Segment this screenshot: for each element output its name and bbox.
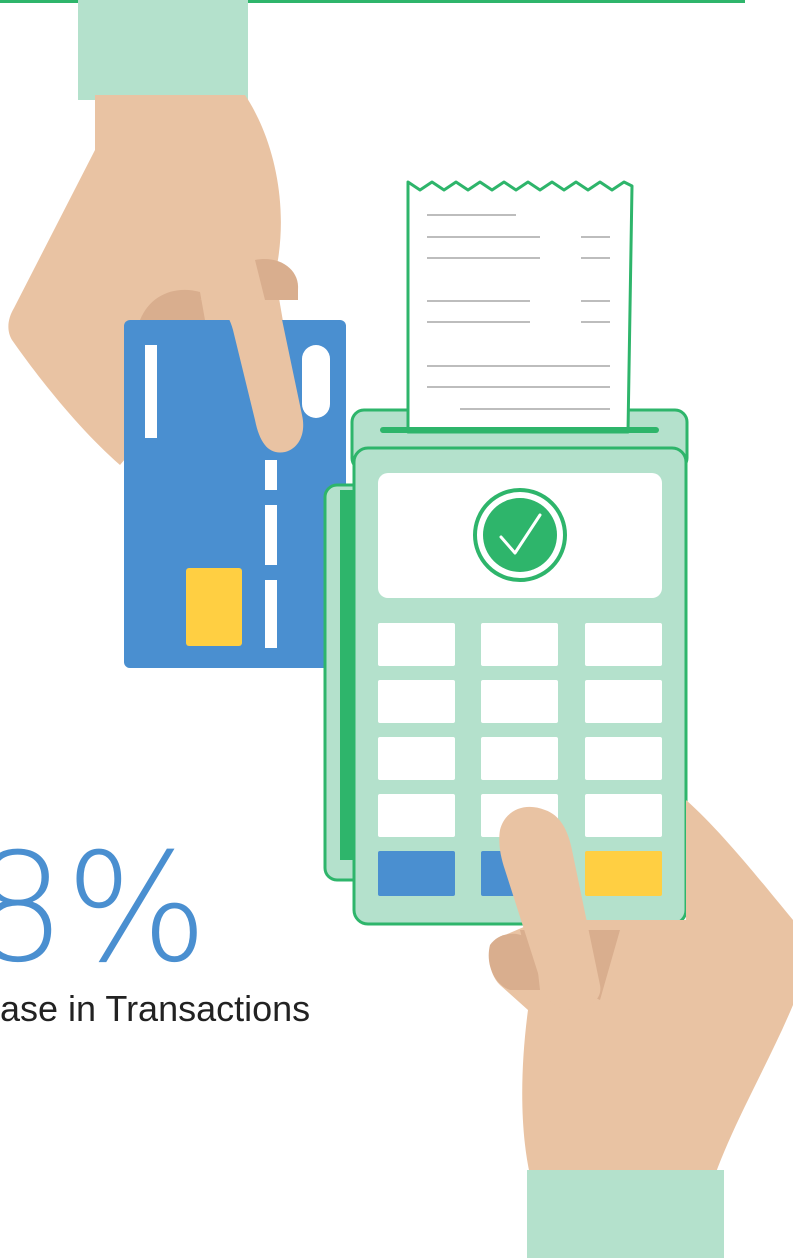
- lower-sleeve: [527, 1170, 724, 1258]
- card-slot: [302, 345, 330, 418]
- stat-value: 8%: [0, 822, 208, 996]
- upper-sleeve: [78, 0, 248, 100]
- key: [481, 737, 558, 780]
- key: [481, 623, 558, 666]
- key: [378, 794, 455, 837]
- receipt-icon: [406, 180, 634, 434]
- key: [378, 737, 455, 780]
- card-dash-3: [265, 580, 277, 648]
- key-yellow: [585, 851, 662, 896]
- card-dash-1: [265, 460, 277, 490]
- card-dash-2: [265, 505, 277, 565]
- key: [378, 680, 455, 723]
- key: [378, 623, 455, 666]
- card-chip: [186, 568, 242, 646]
- key: [481, 680, 558, 723]
- credit-card-icon: [124, 320, 346, 668]
- key: [585, 794, 662, 837]
- key: [585, 737, 662, 780]
- key: [585, 623, 662, 666]
- key-blue: [378, 851, 455, 896]
- stat-label: ase in Transactions: [0, 988, 310, 1029]
- checkmark-icon: [473, 488, 567, 582]
- key: [585, 680, 662, 723]
- card-stripe: [145, 345, 157, 438]
- payment-illustration: 8% ase in Transactions: [0, 0, 793, 1258]
